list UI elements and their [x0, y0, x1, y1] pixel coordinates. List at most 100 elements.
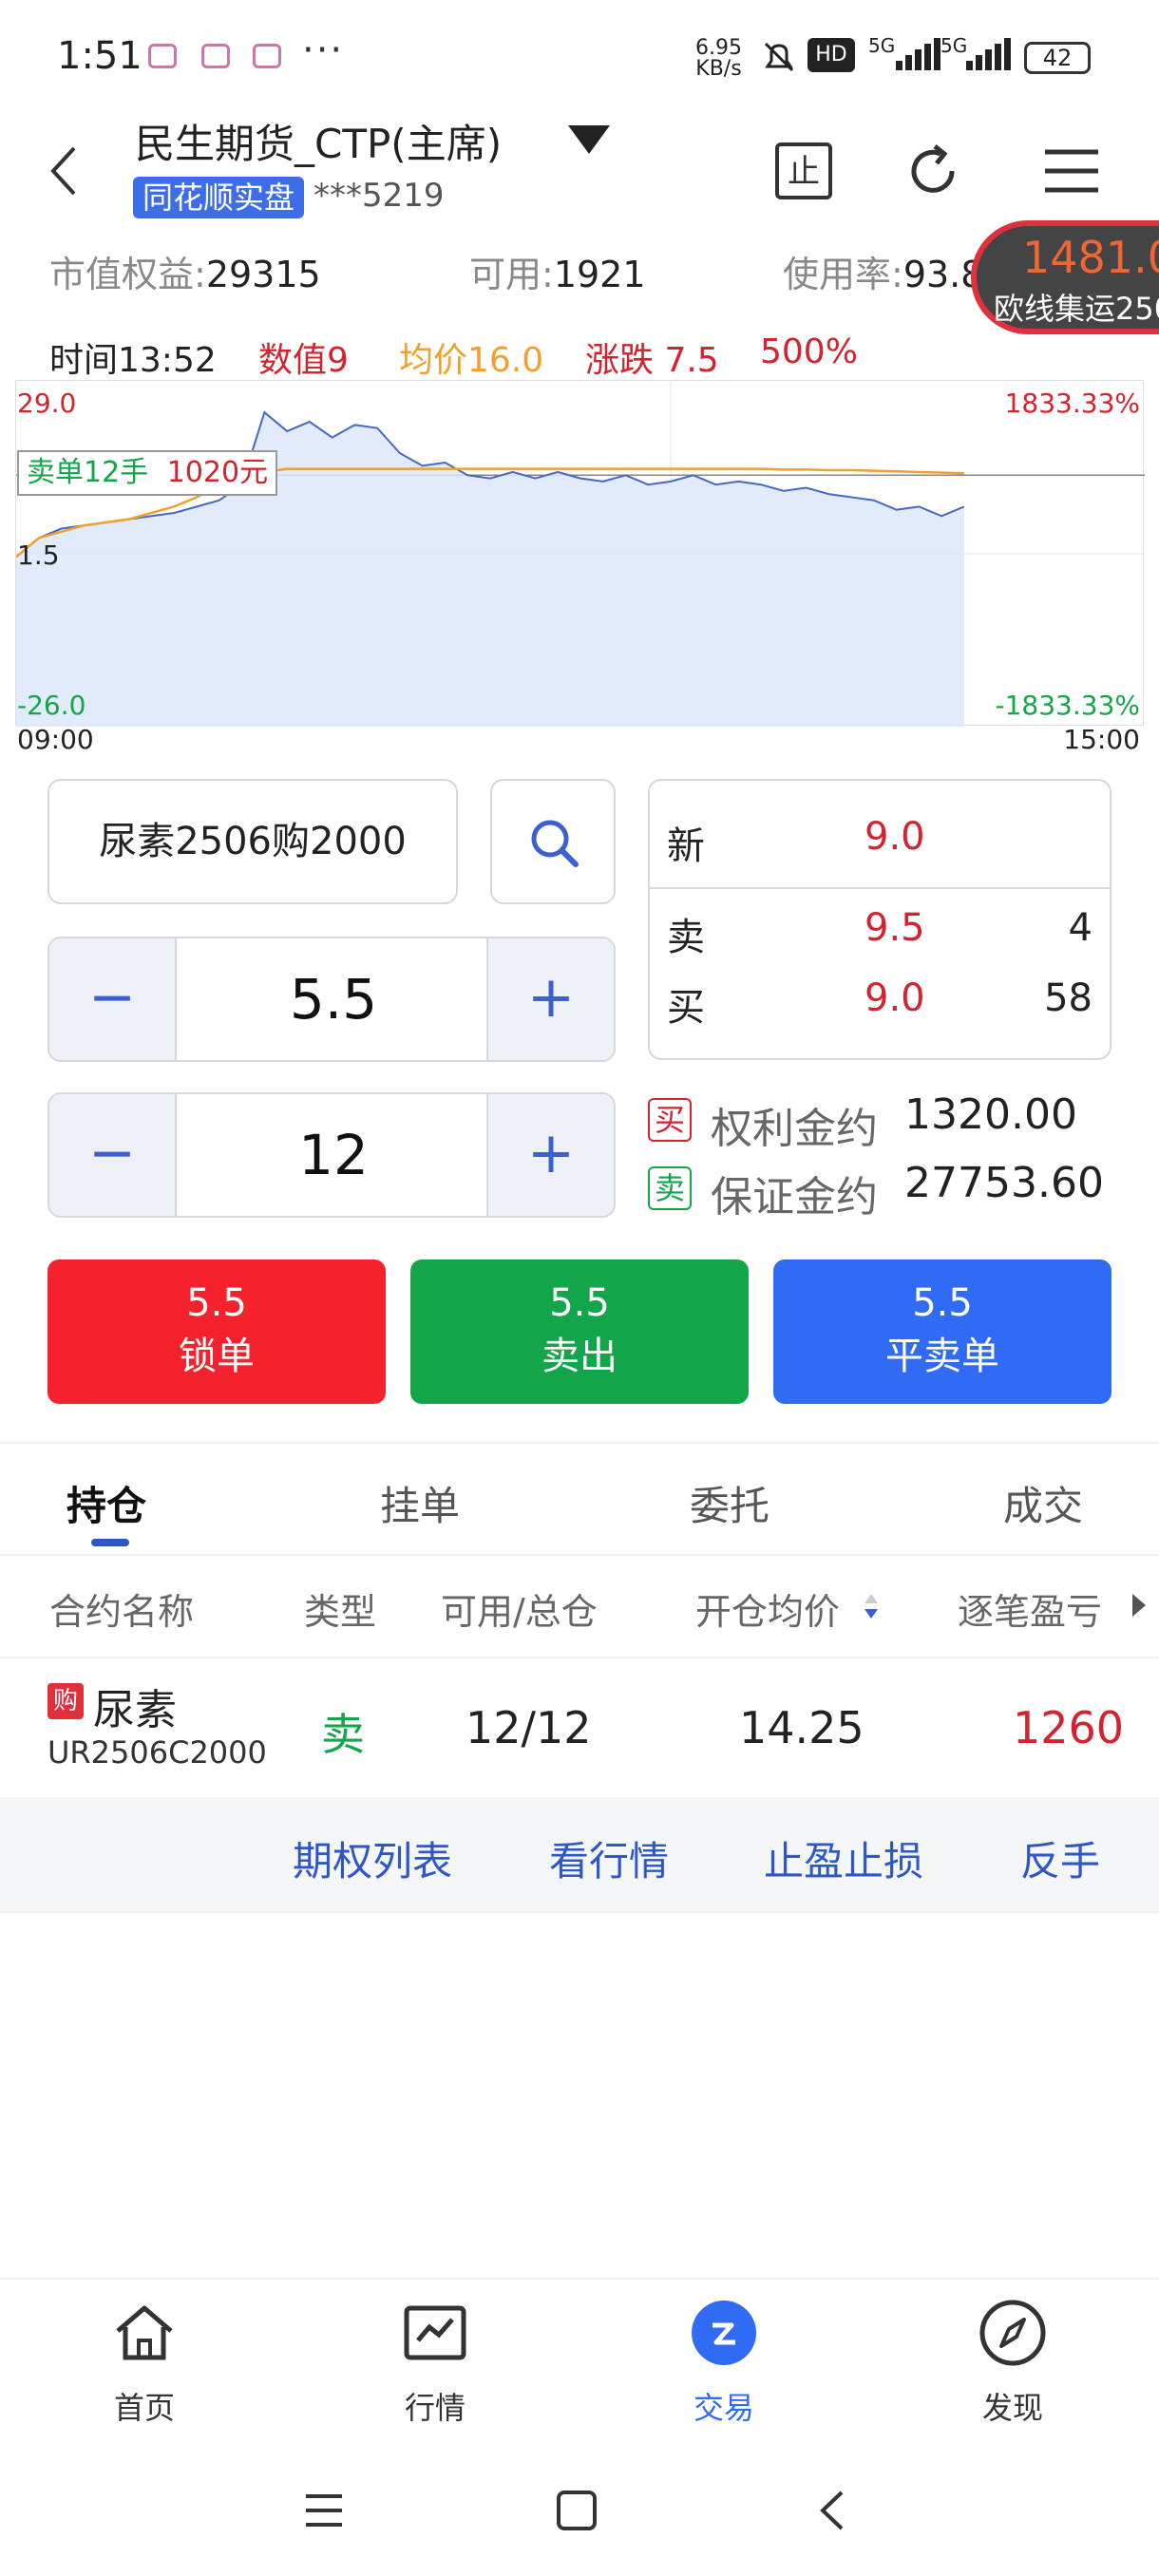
x-tick-start: 09:00 [17, 724, 94, 755]
home-button-icon[interactable] [555, 2489, 598, 2532]
quote-buy-price[interactable]: 9.0 [864, 976, 925, 1020]
market-equity: 市值权益:29315 [49, 245, 321, 297]
quote-sell-qty: 4 [1068, 906, 1092, 950]
nav-home[interactable]: 首页 [78, 2299, 211, 2428]
signal-icon [963, 38, 1011, 70]
qty-minus-button[interactable]: − [49, 1094, 177, 1216]
net-speed-value: 6.95 [695, 36, 742, 60]
nav-trade[interactable]: 交易 [657, 2299, 790, 2428]
chart-canvas [15, 381, 1145, 727]
order-line-label[interactable]: 卖单12手 1020元 [17, 450, 278, 496]
sell-button[interactable]: 5.5 卖出 [410, 1260, 749, 1404]
notification-icon [201, 44, 230, 68]
intraday-chart[interactable] [15, 380, 1145, 727]
recent-apps-icon[interactable] [302, 2489, 346, 2532]
hd-icon: HD [808, 38, 855, 72]
legend-value: 数值9 [258, 341, 349, 380]
quantity-stepper: − 12 + [48, 1092, 616, 1218]
tab-orders[interactable]: 委托 [690, 1474, 770, 1532]
sell-label: 卖出 [542, 1335, 618, 1378]
col-type: 类型 [304, 1591, 377, 1633]
tab-positions[interactable]: 持仓 [66, 1474, 146, 1532]
y-tick-bottom: -26.0 [17, 690, 86, 721]
reverse-link[interactable]: 反手 [1020, 1829, 1100, 1887]
margin-label: 保证金约 [711, 1173, 878, 1222]
account-number: ***5219 [314, 177, 445, 215]
contract-field[interactable]: 尿素2506购2000 [48, 779, 458, 904]
live-account-tag: 同花顺实盘 [133, 177, 305, 218]
col-qty: 可用/总仓 [441, 1591, 598, 1633]
usage-label: 使用率: [783, 254, 903, 295]
quote-sell-price[interactable]: 9.5 [864, 906, 925, 950]
svg-text:止: 止 [788, 153, 820, 191]
back-arrow-icon[interactable] [46, 142, 84, 199]
dropdown-triangle-icon[interactable] [568, 125, 610, 154]
margin-value: 27753.60 [904, 1159, 1104, 1207]
quote-new-label: 新 [667, 824, 705, 868]
tab-pending[interactable]: 挂单 [380, 1474, 460, 1532]
nav-discover-label: 发现 [981, 2390, 1043, 2426]
account-title[interactable]: 民生期货_CTP(主席) [135, 112, 502, 170]
legend-avg: 均价16.0 [399, 341, 544, 380]
divider [0, 1554, 1159, 1556]
net-speed-unit: KB/s [695, 57, 742, 81]
net-speed: 6.95 KB/s [695, 38, 742, 80]
position-pnl: 1260 [1013, 1702, 1125, 1753]
nav-discover[interactable]: 发现 [946, 2299, 1079, 2428]
search-button[interactable] [490, 779, 616, 904]
position-type: 卖 [321, 1709, 365, 1760]
home-icon [116, 2305, 173, 2360]
y-tick-mid: 1.5 [17, 540, 60, 571]
view-quote-link[interactable]: 看行情 [549, 1829, 669, 1887]
nav-home-label: 首页 [113, 2390, 175, 2426]
x-tick-end: 15:00 [1063, 724, 1140, 755]
more-notifications-icon: ··· [302, 28, 345, 72]
notification-icon [148, 44, 177, 68]
y-tick-right-top: 1833.33% [1004, 388, 1140, 419]
table-row[interactable]: 购 尿素 UR2506C2000 卖 12/12 14.25 1260 [0, 1658, 1159, 1797]
price-plus-button[interactable]: + [486, 938, 614, 1060]
qty-input[interactable]: 12 [177, 1094, 490, 1216]
nav-market[interactable]: 行情 [369, 2299, 502, 2428]
y-tick-top: 29.0 [17, 388, 77, 419]
order-line-amount: 1020元 [166, 456, 269, 489]
close-price: 5.5 [912, 1281, 973, 1325]
order-line-qty: 卖单12手 [27, 456, 149, 489]
tp-sl-link[interactable]: 止盈止损 [764, 1829, 923, 1887]
nav-trade-label: 交易 [693, 2390, 754, 2426]
refresh-icon[interactable] [902, 141, 963, 201]
call-badge: 购 [48, 1683, 84, 1719]
sort-icon[interactable] [863, 1592, 880, 1620]
battery-icon: 42 [1024, 42, 1091, 74]
scroll-right-icon[interactable] [1132, 1594, 1146, 1617]
contract-name: 尿素2506购2000 [99, 820, 407, 863]
market-chart-icon [404, 2305, 466, 2360]
system-back-icon[interactable] [813, 2489, 851, 2532]
option-list-link[interactable]: 期权列表 [293, 1829, 452, 1887]
quote-sell-label: 卖 [667, 916, 705, 959]
qty-plus-button[interactable]: + [486, 1094, 614, 1216]
nav-market-label: 行情 [404, 2390, 466, 2426]
lock-order-button[interactable]: 5.5 锁单 [48, 1260, 386, 1404]
sell-tag: 卖 [648, 1166, 692, 1210]
quote-buy-label: 买 [667, 986, 705, 1030]
close-short-button[interactable]: 5.5 平卖单 [773, 1260, 1112, 1404]
stop-order-icon[interactable]: 止 [773, 141, 834, 201]
price-minus-button[interactable]: − [49, 938, 177, 1060]
menu-icon[interactable] [1041, 141, 1102, 201]
market-equity-label: 市值权益: [49, 254, 206, 295]
signal-label: 5G [868, 34, 896, 57]
divider [0, 2278, 1159, 2280]
signal-icon [893, 38, 940, 70]
quote-new-price: 9.0 [864, 815, 925, 859]
available-value: 1921 [553, 254, 646, 295]
status-time: 1:51 [57, 34, 142, 78]
quote-divider [650, 887, 1110, 889]
col-avg-price[interactable]: 开仓均价 [695, 1582, 840, 1635]
floating-quote-widget[interactable]: 1481.0 欧线集运2506 [971, 220, 1159, 334]
legend-change: 涨跌 7.5 [585, 341, 719, 380]
compass-icon [979, 2300, 1046, 2366]
mute-bell-icon [764, 42, 794, 72]
tab-trades[interactable]: 成交 [1003, 1474, 1083, 1532]
price-input[interactable]: 5.5 [177, 938, 490, 1060]
